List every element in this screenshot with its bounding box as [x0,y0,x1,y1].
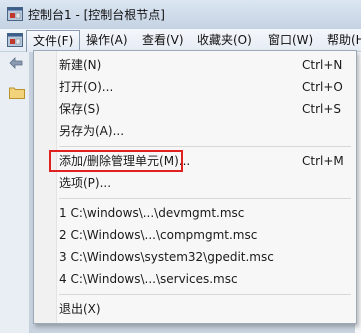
shortcut-open: Ctrl+O [302,80,343,94]
shortcut-save: Ctrl+S [302,102,342,116]
menu-gutter [34,51,57,323]
menu-item-open[interactable]: 打开(O)... [59,77,113,97]
menu-file[interactable]: 文件(F) [26,30,81,52]
menu-separator [59,146,351,147]
menu-help[interactable]: 帮助(H [321,31,361,49]
menu-separator [59,198,351,199]
menu-item-recent-2[interactable]: 2 C:\Windows\...\compmgmt.msc [59,225,257,245]
menu-action[interactable]: 操作(A) [80,31,134,49]
menu-item-new[interactable]: 新建(N) [59,55,101,75]
mmc-app-icon[interactable] [7,33,23,47]
back-arrow-icon[interactable] [9,57,23,69]
folder-icon [9,87,25,99]
shortcut-add-remove-snapin: Ctrl+M [302,154,344,168]
title-bar: 控制台1 - [控制台根节点] [0,0,361,30]
menu-item-recent-1[interactable]: 1 C:\windows\...\devmgmt.msc [59,203,244,223]
menu-bar: 文件(F) 操作(A) 查看(V) 收藏夹(O) 窗口(W) 帮助(H [0,29,361,52]
menu-item-save[interactable]: 保存(S) [59,99,100,119]
window-title: 控制台1 - [控制台根节点] [28,8,165,22]
menu-favorites[interactable]: 收藏夹(O) [191,31,258,49]
menu-window[interactable]: 窗口(W) [262,31,319,49]
menu-item-exit[interactable]: 退出(X) [59,299,101,319]
menu-separator [59,294,351,295]
mmc-app-icon [7,7,23,21]
highlight-annotation-box [49,150,183,172]
menu-item-options[interactable]: 选项(P)... [59,173,111,193]
menu-item-recent-3[interactable]: 3 C:\Windows\system32\gpedit.msc [59,247,274,267]
menu-item-save-as[interactable]: 另存为(A)... [59,121,124,141]
shortcut-new: Ctrl+N [302,58,343,72]
menu-view[interactable]: 查看(V) [136,31,190,49]
file-menu-dropdown: 新建(N) Ctrl+N 打开(O)... Ctrl+O 保存(S) Ctrl+… [33,50,357,324]
menu-item-recent-4[interactable]: 4 C:\Windows\...\services.msc [59,269,238,289]
